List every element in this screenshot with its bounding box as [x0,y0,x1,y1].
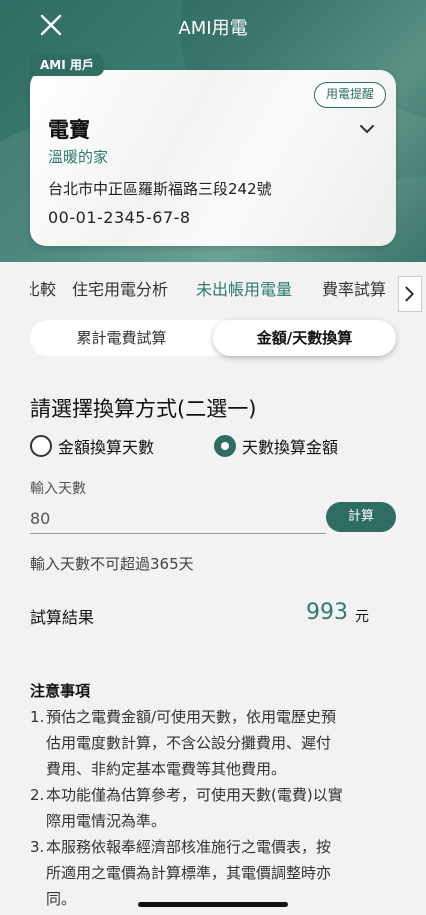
note-line: 估用電度數計算，不含公設分攤費用、遲付 [46,734,332,752]
note-line: 本功能僅為估算參考，可使用天數(電費)以實 [46,786,343,804]
usage-alert-button[interactable]: 用電提醒 [314,82,386,108]
tab-unbilled-usage[interactable]: 未出帳用電量 [196,276,292,300]
tab-compare[interactable]: 比較 [30,276,56,300]
account-nickname: 溫暖的家 [48,148,109,166]
method-title: 請選擇換算方式(二選一) [30,397,257,421]
user-type-badge: AMI 用戶 [30,54,104,76]
note-line: 預估之電費金額/可使用天數，依用電歷史預 [46,708,337,726]
account-name: 電寶 [48,118,90,142]
notes-title: 注意事項 [30,682,91,700]
note-item: 3. 本服務依報奉經濟部核准施行之電價表，按 所適用之電價為計算標準，其電價調整… [30,834,400,912]
days-input[interactable] [30,504,326,534]
tab-rate-calculation[interactable]: 費率試算 [322,276,386,300]
tabs-scroll-right-button[interactable] [398,276,422,312]
note-line: 所適用之電價為計算標準，其電價調整時亦 [46,864,332,882]
radio-label: 金額換算天數 [58,438,155,457]
note-item: 1. 預估之電費金額/可使用天數，依用電歷史預 估用電度數計算，不含公設分攤費用… [30,704,400,782]
chevron-down-icon[interactable] [358,120,376,138]
account-address: 台北市中正區羅斯福路三段242號 [48,180,272,198]
calculation-mode-segment: 累計電費試算 金額/天數換算 [30,320,396,356]
radio-circle-checked[interactable] [214,435,236,457]
note-item: 2. 本功能僅為估算參考，可使用天數(電費)以實 際用電情況為準。 [30,782,400,834]
chevron-right-icon [405,286,414,302]
radio-amount-to-days[interactable]: 金額換算天數 [30,432,154,460]
result-label: 試算結果 [30,608,95,627]
radio-days-to-amount[interactable]: 天數換算金額 [214,432,338,460]
note-number: 1. [30,708,45,726]
note-line: 同。 [46,890,77,908]
segment-cumulative-bill[interactable]: 累計電費試算 [30,320,213,356]
days-input-label: 輸入天數 [30,481,86,497]
home-indicator[interactable] [138,902,288,907]
calculate-button[interactable]: 計算 [326,502,396,532]
note-number: 2. [30,786,45,804]
segment-amount-days[interactable]: 金額/天數換算 [213,320,396,356]
note-line: 本服務依報奉經濟部核准施行之電價表，按 [46,838,332,856]
result-unit: 元 [355,609,369,625]
account-number: 00-01-2345-67-8 [48,208,191,227]
note-line: 際用電情況為準。 [46,812,167,830]
note-line: 費用、非約定基本電費等其他費用。 [46,760,287,778]
tab-residential-analysis[interactable]: 住宅用電分析 [72,276,168,300]
radio-label: 天數換算金額 [242,438,339,457]
radio-circle[interactable] [30,435,52,457]
input-hint: 輸入天數不可超過365天 [30,555,194,573]
page-title: AMI用電 [178,18,248,39]
tab-bar: 比較 住宅用電分析 未出帳用電量 費率試算 [30,276,396,306]
result-value: 993 [306,600,348,625]
note-number: 3. [30,838,45,856]
